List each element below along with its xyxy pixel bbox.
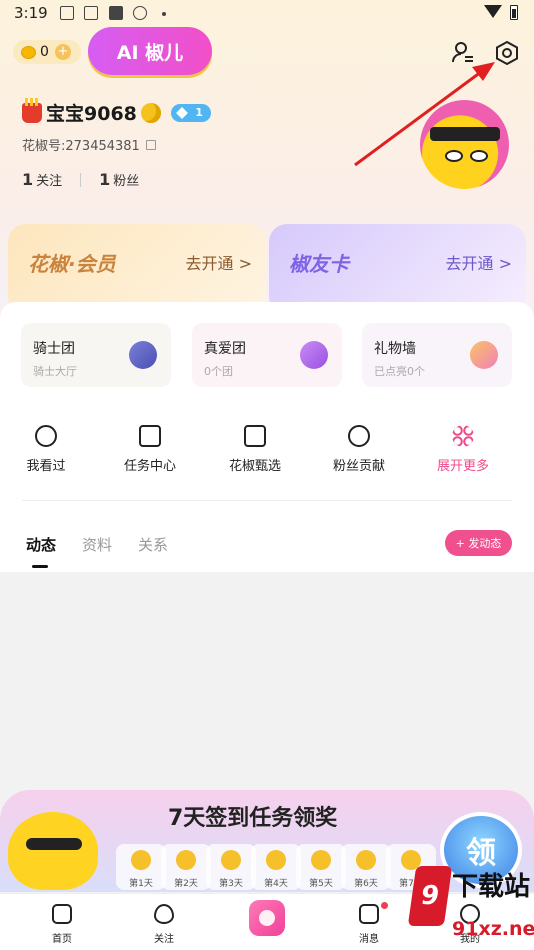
- feature-title: 真爱团: [204, 341, 246, 357]
- vip-card-cta[interactable]: 去开通 >: [186, 250, 253, 274]
- more-notifications-icon: [162, 12, 166, 16]
- fans-count: 1: [99, 170, 111, 189]
- avatar-eye: [445, 150, 463, 162]
- watermark-logo: 9: [407, 866, 453, 926]
- add-coin-icon[interactable]: +: [54, 44, 71, 60]
- fans-label: 粉丝: [113, 174, 140, 189]
- nickname[interactable]: 宝宝9068: [46, 99, 137, 126]
- heart-icon: [154, 904, 174, 924]
- user-id: 花椒号:273454381: [22, 135, 156, 154]
- heart-wings-icon: [300, 341, 328, 369]
- quick-selection[interactable]: 花椒甄选: [215, 425, 295, 474]
- tab-moments[interactable]: 动态: [26, 534, 56, 555]
- following-label: 关注: [36, 174, 63, 189]
- coin-balance[interactable]: 0 +: [13, 40, 81, 64]
- tab-profile[interactable]: 资料: [82, 534, 112, 555]
- message-icon: [359, 904, 379, 924]
- coin-icon: [21, 45, 36, 59]
- following-stat[interactable]: 1 关注: [22, 170, 62, 189]
- quick-expand-more[interactable]: 展开更多: [423, 425, 503, 474]
- post-moment-button[interactable]: + 发动态: [445, 530, 512, 556]
- avatar[interactable]: [420, 100, 509, 189]
- battery-icon: [510, 5, 518, 20]
- friend-card[interactable]: 椒友卡 去开通 >: [269, 224, 526, 314]
- vip-card-title: 花椒·会员: [28, 252, 116, 276]
- status-time: 3:19: [14, 4, 48, 22]
- vip-level-value: 1: [195, 106, 203, 119]
- banner-title: 7天签到任务领奖: [168, 806, 338, 831]
- checkin-day: 第6天: [341, 844, 391, 890]
- quick-label: 粉丝贡献: [332, 459, 385, 474]
- friend-card-title: 椒友卡: [289, 252, 349, 276]
- stat-divider: [80, 172, 82, 187]
- feature-true-love[interactable]: 真爱团 0个团: [192, 323, 342, 387]
- checkin-day: 第5天: [296, 844, 346, 890]
- coin-count: 0: [40, 44, 49, 60]
- avatar-glasses: [430, 127, 500, 141]
- unread-dot: [381, 902, 388, 909]
- gallery-icon: [60, 6, 74, 20]
- checkin-day: 第2天: [161, 844, 211, 890]
- task-icon: [139, 425, 161, 447]
- feature-title: 礼物墙: [374, 341, 416, 357]
- nav-label: 消息: [359, 934, 379, 945]
- watermark-title: 下载站: [452, 872, 531, 902]
- grid-icon: [452, 425, 474, 447]
- avatar-eye: [470, 150, 488, 162]
- uid-text: 花椒号:273454381: [22, 139, 140, 154]
- feature-subtitle: 0个团: [204, 365, 233, 378]
- checkin-day: 第1天: [116, 844, 166, 890]
- section-divider: [22, 500, 512, 501]
- moon-icon: [140, 102, 161, 123]
- fans-stat[interactable]: 1 粉丝: [99, 170, 139, 189]
- medal-icon: [348, 425, 370, 447]
- copy-icon[interactable]: [145, 139, 156, 150]
- quick-history[interactable]: 我看过: [6, 425, 86, 474]
- vip-level-badge[interactable]: 1: [170, 103, 211, 122]
- watermark-url: 91xz.net: [452, 918, 534, 940]
- feature-knights[interactable]: 骑士团 骑士大厅: [21, 323, 171, 387]
- shop-icon: [244, 425, 266, 447]
- wifi-icon: [484, 5, 502, 18]
- quick-label: 任务中心: [123, 459, 176, 474]
- shield-icon: [129, 341, 157, 369]
- tab-indicator: [32, 565, 48, 568]
- checkin-day: 第3天: [206, 844, 256, 890]
- nav-label: 关注: [154, 934, 174, 945]
- nav-home[interactable]: 首页: [32, 904, 92, 945]
- home-icon: [52, 904, 72, 924]
- app-icon: [109, 6, 123, 20]
- following-count: 1: [22, 170, 34, 189]
- gallery-icon: [84, 6, 98, 20]
- checkin-day: 第4天: [251, 844, 301, 890]
- ai-assistant-button[interactable]: AI 椒儿: [88, 27, 212, 75]
- go-live-button[interactable]: [249, 900, 285, 936]
- quick-fan-contribution[interactable]: 粉丝贡献: [319, 425, 399, 474]
- vip-membership-card[interactable]: 花椒·会员 去开通 >: [8, 224, 266, 314]
- nav-follow[interactable]: 关注: [134, 904, 194, 945]
- watermark: 9 下载站 91xz.net: [407, 866, 534, 950]
- heart-icon: [470, 341, 498, 369]
- quick-label: 展开更多: [436, 459, 489, 474]
- follow-stats: 1 关注 1 粉丝: [22, 170, 139, 189]
- profile-tabs: 动态 资料 关系: [26, 534, 168, 555]
- quick-label: 花椒甄选: [228, 459, 281, 474]
- status-bar: 3:19: [0, 0, 534, 28]
- tab-relations[interactable]: 关系: [138, 534, 168, 555]
- friend-card-cta[interactable]: 去开通 >: [446, 250, 513, 274]
- fries-icon: [22, 97, 42, 123]
- feature-gift-wall[interactable]: 礼物墙 已点亮0个: [362, 323, 512, 387]
- quick-label: 我看过: [26, 459, 66, 474]
- feature-subtitle: 骑士大厅: [33, 365, 77, 378]
- clock-icon: [35, 425, 57, 447]
- quick-task-center[interactable]: 任务中心: [110, 425, 190, 474]
- nav-label: 首页: [52, 934, 72, 945]
- feature-subtitle: 已点亮0个: [374, 365, 425, 378]
- nav-messages[interactable]: 消息: [339, 904, 399, 945]
- mascot-icon: [8, 812, 98, 890]
- feature-title: 骑士团: [33, 341, 75, 357]
- sync-icon: [133, 6, 147, 20]
- profile-name-row: 宝宝9068 1: [22, 97, 211, 126]
